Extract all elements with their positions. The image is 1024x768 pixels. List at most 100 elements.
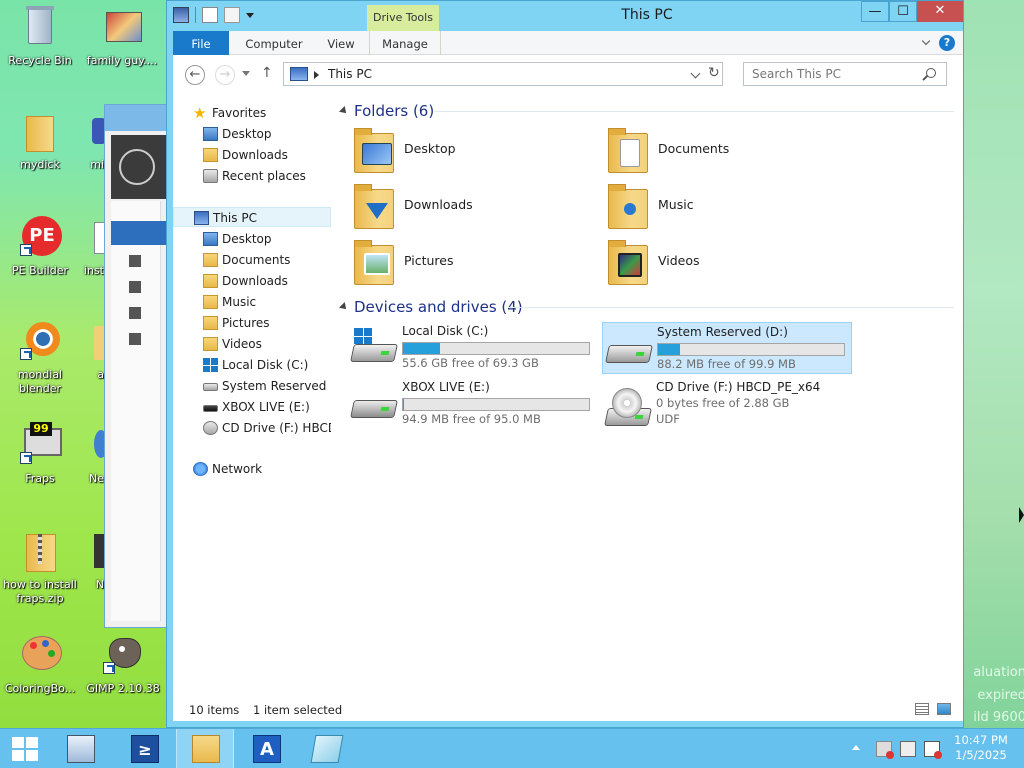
maximize-button[interactable]: ☐ <box>889 1 917 22</box>
action-center-icon[interactable] <box>876 741 894 759</box>
desktop-background-right <box>964 0 1024 728</box>
forward-button[interactable]: → <box>215 65 235 85</box>
new-folder-icon[interactable] <box>224 7 240 23</box>
nav-item-downloads[interactable]: Downloads <box>173 271 331 291</box>
selection-count: 1 item selected <box>253 703 343 717</box>
back-button[interactable]: ← <box>185 65 205 85</box>
close-button[interactable]: ✕ <box>917 1 963 22</box>
folder-tile-downloads[interactable]: Downloads <box>352 181 572 233</box>
desktop-icon-how-to-install-fraps[interactable]: how to install fraps.zip <box>0 528 80 606</box>
desktop-icon-n[interactable]: N <box>82 528 104 592</box>
search-input[interactable]: Search This PC <box>743 62 947 86</box>
desktop-icon-label: mondial blender <box>17 368 63 395</box>
folders-group-header[interactable]: Folders (6) <box>339 101 960 121</box>
drive-tools-context-label: Drive Tools <box>367 5 439 31</box>
search-icon[interactable] <box>926 68 936 78</box>
nav-item-documents[interactable]: Documents <box>173 250 331 270</box>
nav-item-recent-places[interactable]: Recent places <box>173 166 331 186</box>
folder-tile-desktop[interactable]: Desktop <box>352 125 572 177</box>
desktop-icon-recycle-bin[interactable]: Recycle Bin <box>0 4 80 68</box>
properties-icon[interactable] <box>202 7 218 23</box>
drive-tile-xbox-live-e[interactable]: XBOX LIVE (E:) 94.9 MB free of 95.0 MB <box>348 378 598 430</box>
mouse-cursor <box>1019 507 1024 523</box>
address-bar[interactable]: This PC ↻ <box>283 62 723 86</box>
desktop-icon-inst[interactable]: inst <box>82 214 104 278</box>
drive-tile-local-disk-c[interactable]: Local Disk (C:) 55.6 GB free of 69.3 GB <box>348 322 598 374</box>
folder-tile-pictures[interactable]: Pictures <box>352 237 572 289</box>
tab-view[interactable]: View <box>319 31 363 55</box>
explorer-titlebar[interactable]: Drive Tools This PC — ☐ ✕ <box>167 1 963 31</box>
nav-item-system-reserved-d[interactable]: System Reserved (D:) <box>173 376 331 396</box>
desktop-icon-label: N <box>95 578 104 591</box>
palette-icon <box>18 632 62 676</box>
hard-drive-icon <box>605 333 653 367</box>
nav-item-network[interactable]: Network <box>173 459 331 479</box>
help-icon[interactable]: ? <box>939 35 955 51</box>
explorer-window[interactable]: Drive Tools This PC — ☐ ✕ File Computer … <box>166 0 964 728</box>
nav-item-cd-drive-f[interactable]: CD Drive (F:) HBCD_PE_x64 <box>173 418 331 438</box>
video-thumbnail-icon <box>100 4 144 48</box>
nav-item-pictures[interactable]: Pictures <box>173 313 331 333</box>
large-icons-view-icon[interactable] <box>937 703 951 715</box>
address-dropdown-chevron-icon[interactable] <box>690 68 701 79</box>
nav-item-fav-desktop[interactable]: Desktop <box>173 124 331 144</box>
desktop-icon-mondial-blender[interactable]: mondial blender <box>0 318 80 396</box>
drive-free-space: 88.2 MB free of 99.9 MB <box>657 357 796 371</box>
volume-muted-icon[interactable] <box>924 741 942 759</box>
desktop-icon-ne[interactable]: Ne <box>82 422 104 486</box>
folder-tile-videos[interactable]: Videos <box>606 237 826 289</box>
folder-tile-music[interactable]: Music <box>606 181 826 233</box>
nav-item-this-pc[interactable]: This PC <box>173 207 331 227</box>
devices-group-header[interactable]: Devices and drives (4) <box>339 297 960 317</box>
back-arrow-icon[interactable] <box>119 149 155 185</box>
desktop-icon-a[interactable]: a <box>82 318 104 382</box>
collapse-chevron-icon <box>339 302 349 312</box>
details-view-icon[interactable] <box>915 703 929 715</box>
pe-builder-icon: PE <box>18 214 62 258</box>
desktop-icon-coloringbook[interactable]: ColoringBo... <box>0 632 80 696</box>
desktop-icon-label: mydick <box>20 158 60 171</box>
desktop-icon-pe-builder[interactable]: PE PE Builder <box>0 214 80 278</box>
tab-file[interactable]: File <box>173 31 229 55</box>
drive-tile-system-reserved-d[interactable]: System Reserved (D:) 88.2 MB free of 99.… <box>602 322 852 374</box>
desktop-folder-icon <box>203 232 218 246</box>
breadcrumb-this-pc[interactable]: This PC <box>328 67 372 81</box>
desktop-icon-mi[interactable]: mi <box>82 108 104 172</box>
background-window-titlebar[interactable] <box>105 105 167 131</box>
expand-ribbon-chevron-icon[interactable] <box>921 36 931 46</box>
refresh-icon[interactable]: ↻ <box>708 65 720 81</box>
desktop-icon-mydick[interactable]: mydick <box>0 108 80 172</box>
drive-tile-cd-drive-f[interactable]: CD Drive (F:) HBCD_PE_x64 0 bytes free o… <box>602 378 852 430</box>
network-icon <box>82 422 104 466</box>
background-window-selected-row[interactable] <box>111 221 169 245</box>
desktop-icon-fraps[interactable]: 99 Fraps <box>0 422 80 486</box>
minimize-button[interactable]: — <box>861 1 889 22</box>
tab-computer[interactable]: Computer <box>239 31 309 55</box>
desktop-icon-family-guy[interactable]: family guy.... <box>82 4 162 68</box>
show-hidden-icons-icon[interactable] <box>852 745 860 750</box>
drive-free-space: 0 bytes free of 2.88 GB <box>656 396 790 410</box>
up-arrow-icon[interactable]: ↑ <box>261 65 273 81</box>
folder-tile-documents[interactable]: Documents <box>606 125 826 177</box>
background-window[interactable] <box>104 104 169 628</box>
nav-item-desktop[interactable]: Desktop <box>173 229 331 249</box>
nav-item-videos[interactable]: Videos <box>173 334 331 354</box>
nav-item-local-disk-c[interactable]: Local Disk (C:) <box>173 355 331 375</box>
nav-item-fav-downloads[interactable]: Downloads <box>173 145 331 165</box>
desktop-icon-gimp[interactable]: GIMP 2.10.38 <box>80 632 166 696</box>
breadcrumb-separator-icon[interactable] <box>314 71 319 79</box>
desktop-icon-label: ColoringBo... <box>4 682 76 695</box>
desktop-icon-label: a <box>97 368 104 381</box>
nav-item-xbox-live-e[interactable]: XBOX LIVE (E:) <box>173 397 331 417</box>
window-menu-icon[interactable] <box>173 7 189 23</box>
app-icon <box>82 528 104 572</box>
tab-manage[interactable]: Manage <box>369 31 441 55</box>
recent-locations-chevron-icon[interactable] <box>242 71 250 76</box>
customize-toolbar-chevron-icon[interactable] <box>246 12 254 18</box>
nav-item-music[interactable]: Music <box>173 292 331 312</box>
taskbar-clock[interactable]: 10:47 PM 1/5/2025 <box>946 733 1016 763</box>
nav-item-favorites[interactable]: ★ Favorites <box>173 103 331 123</box>
toolbar-separator <box>195 7 196 23</box>
network-status-icon[interactable] <box>900 741 916 757</box>
system-tray: 10:47 PM 1/5/2025 <box>0 729 1024 768</box>
